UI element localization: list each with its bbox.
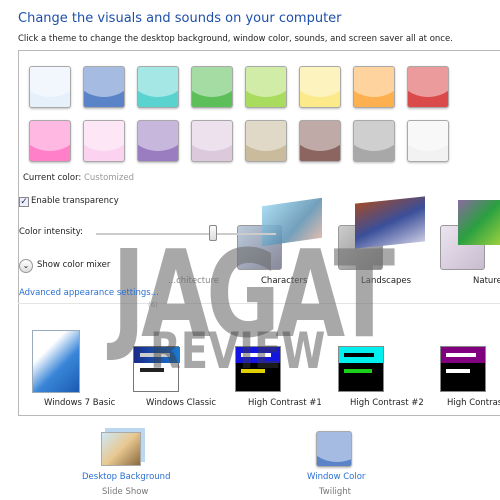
theme-label-high-contrast-3[interactable]: High Contrast...	[447, 398, 500, 408]
advanced-appearance-link[interactable]: Advanced appearance settings...	[19, 288, 159, 298]
current-color-label: Current color: Customized	[23, 173, 134, 183]
color-swatch[interactable]	[191, 66, 233, 108]
theme-label-high-contrast-1[interactable]: High Contrast #1	[248, 398, 322, 408]
theme-label-nature[interactable]: Nature	[473, 276, 500, 286]
desktop-background-link[interactable]: Desktop Background	[82, 472, 170, 482]
intensity-slider-track[interactable]	[96, 233, 276, 235]
color-swatch[interactable]	[299, 120, 341, 162]
color-swatch[interactable]	[83, 120, 125, 162]
color-swatch[interactable]	[245, 66, 287, 108]
theme-thumb-high-contrast-black[interactable]	[440, 346, 486, 392]
watermark-logo-sub: REVIEW	[150, 322, 326, 380]
nature-image-icon	[458, 200, 500, 245]
current-color-caption: Current color:	[23, 173, 82, 183]
show-color-mixer[interactable]: Show color mixer	[37, 260, 110, 270]
window-color-link[interactable]: Window Color	[307, 472, 365, 482]
window-color-value: Twilight	[319, 487, 351, 497]
theme-label-windows7-basic[interactable]: Windows 7 Basic	[44, 398, 115, 408]
theme-thumb-windows7-basic[interactable]	[32, 330, 80, 393]
desktop-background-value: Slide Show	[102, 487, 149, 497]
color-swatch[interactable]	[353, 120, 395, 162]
theme-label-windows-classic[interactable]: Windows Classic	[146, 398, 216, 408]
color-swatch[interactable]	[407, 66, 449, 108]
intensity-slider-thumb[interactable]	[209, 225, 217, 241]
color-swatch[interactable]	[353, 66, 395, 108]
page-subtitle: Click a theme to change the desktop back…	[18, 34, 453, 44]
color-swatch[interactable]	[137, 66, 179, 108]
color-swatch[interactable]	[245, 120, 287, 162]
color-swatch[interactable]	[83, 66, 125, 108]
color-swatch[interactable]	[299, 66, 341, 108]
intensity-label: Color intensity:	[19, 227, 83, 237]
color-swatch[interactable]	[407, 120, 449, 162]
color-swatch[interactable]	[191, 120, 233, 162]
desktop-background-icon[interactable]	[101, 432, 141, 466]
theme-label-high-contrast-2[interactable]: High Contrast #2	[350, 398, 424, 408]
transparency-checkbox[interactable]: ✓	[19, 197, 29, 207]
chevron-down-icon[interactable]: ⌄	[19, 259, 33, 273]
color-swatch[interactable]	[29, 120, 71, 162]
transparency-label: Enable transparency	[31, 196, 119, 206]
page-title: Change the visuals and sounds on your co…	[18, 11, 342, 26]
current-color-value: Customized	[83, 173, 134, 183]
color-swatch[interactable]	[29, 66, 71, 108]
window-color-icon[interactable]	[316, 431, 352, 467]
color-swatch[interactable]	[137, 120, 179, 162]
